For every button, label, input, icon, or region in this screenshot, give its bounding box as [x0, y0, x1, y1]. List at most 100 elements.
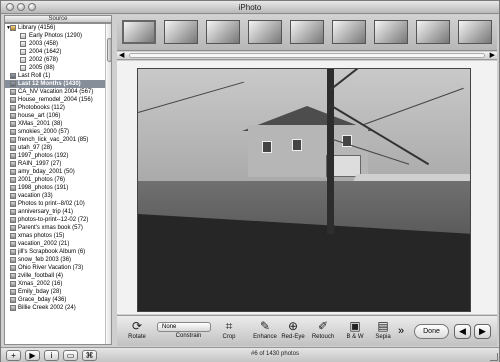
sidebar-item[interactable]: Photos to print--8/02 (10): [5, 200, 111, 208]
thumbnail-strip[interactable]: [117, 15, 497, 51]
info-button[interactable]: i: [44, 350, 59, 361]
sidebar-item[interactable]: vacation_2002 (21): [5, 240, 111, 248]
album-icon: [10, 273, 16, 279]
thumbnail-photo-6[interactable]: [332, 20, 366, 44]
thumbnail-photo-5[interactable]: [290, 20, 324, 44]
sidebar-item[interactable]: RAIN_1997 (27): [5, 160, 111, 168]
sidebar-item[interactable]: 1997_photos (192): [5, 152, 111, 160]
album-icon: [10, 297, 16, 303]
album-icon: [10, 201, 16, 207]
keywords-button[interactable]: ⌘: [82, 350, 97, 361]
folder-icon: [20, 65, 26, 71]
thumbnail-scroll-track[interactable]: [129, 53, 485, 58]
album-icon: [10, 137, 16, 143]
thumbnail-photo-7[interactable]: [374, 20, 408, 44]
next-photo-button[interactable]: ▶: [474, 324, 491, 339]
sidebar-item[interactable]: Last 12 Months (1430): [5, 80, 111, 88]
sidebar-item[interactable]: snow_feb 2003 (36): [5, 256, 111, 264]
sidebar-item-label: Last 12 Months (1430): [18, 81, 81, 87]
sidebar-item[interactable]: XMas_2001 (38): [5, 120, 111, 128]
more-tools-button[interactable]: »: [398, 325, 404, 337]
sidebar-item[interactable]: Xmas_2002 (16): [5, 280, 111, 288]
sidebar-item-label: Last Roll (1): [18, 73, 51, 79]
sidebar-item[interactable]: anniversary_trip (41): [5, 208, 111, 216]
previous-photo-button[interactable]: ◀: [454, 324, 471, 339]
sidebar-item[interactable]: Last Roll (1): [5, 72, 111, 80]
album-icon: [10, 105, 16, 111]
photo-window: [262, 141, 272, 153]
rotate-button[interactable]: ⟳ Rotate: [121, 319, 153, 346]
sidebar-item-label: RAIN_1997 (27): [18, 161, 62, 167]
sidebar-item[interactable]: 2002 (678): [5, 56, 111, 64]
thumbnail-scrollbar[interactable]: ◀ ▶: [117, 52, 497, 60]
photo-viewer[interactable]: [117, 61, 497, 314]
thumbnail-photo-8[interactable]: [416, 20, 450, 44]
sidebar-item[interactable]: CA_NV Vacation 2004 (567): [5, 88, 111, 96]
sidebar-item[interactable]: Grace_bday (436): [5, 296, 111, 304]
sidebar-item[interactable]: Early Photos (1290): [5, 32, 111, 40]
thumbnail-photo-2[interactable]: [164, 20, 198, 44]
sidebar-item[interactable]: zville_football (4): [5, 272, 111, 280]
sidebar-item[interactable]: Emily_bday (28): [5, 288, 111, 296]
album-icon: [10, 177, 16, 183]
thumbnail-photo-1[interactable]: [122, 20, 156, 44]
sidebar-item[interactable]: Billie Creek 2002 (24): [5, 304, 111, 312]
sidebar-item-label: 2003 (458): [29, 41, 59, 47]
photo-tree: [327, 69, 334, 234]
sidebar-item-label: House_remodel_2004 (156): [18, 97, 93, 103]
sidebar-item[interactable]: french_lick_vac_2001 (85): [5, 136, 111, 144]
sidebar-item-label: utah_97 (28): [18, 145, 53, 151]
sidebar-item-label: Grace_bday (436): [18, 297, 67, 303]
sidebar-item-label: snow_feb 2003 (36): [18, 257, 72, 263]
sepia-button[interactable]: ▤ Sepia: [367, 319, 399, 346]
sidebar-item[interactable]: utah_97 (28): [5, 144, 111, 152]
sidebar-item[interactable]: Parent's xmas book (57): [5, 224, 111, 232]
sidebar-item[interactable]: smokies_2000 (57): [5, 128, 111, 136]
selected-photo[interactable]: [137, 68, 471, 312]
slideshow-button[interactable]: ▶: [25, 350, 40, 361]
sidebar-item[interactable]: jill's Scrapbook Album (6): [5, 248, 111, 256]
roll-icon: [10, 73, 16, 79]
sidebar-item[interactable]: amy_bday_2001 (50): [5, 168, 111, 176]
sidebar-item[interactable]: Ohio River Vacation (73): [5, 264, 111, 272]
red-eye-button[interactable]: ⊕ Red-Eye: [277, 319, 309, 346]
sidebar-item[interactable]: 1998_photos (191): [5, 184, 111, 192]
retouch-button[interactable]: ✐ Retouch: [307, 319, 339, 346]
sidebar-item[interactable]: 2003 (458): [5, 40, 111, 48]
sidebar-item[interactable]: 2005 (88): [5, 64, 111, 72]
sidebar-item-label: CA_NV Vacation 2004 (567): [18, 89, 94, 95]
sidebar-item-label: zville_football (4): [18, 273, 64, 279]
add-album-button[interactable]: +: [6, 350, 21, 361]
done-button[interactable]: Done: [414, 324, 449, 339]
crop-button[interactable]: ⌗ Crop: [213, 319, 245, 346]
sidebar-item-label: xmas photos (15): [18, 233, 65, 239]
sidebar-item[interactable]: Photobooks (112): [5, 104, 111, 112]
sidebar-item[interactable]: photos-to-print--12-02 (72): [5, 216, 111, 224]
iphoto-window: iPhoto Source ▼ Library (4156) Early Photo…: [0, 0, 500, 362]
thumbnail-photo-9[interactable]: [458, 20, 492, 44]
resize-handle[interactable]: [490, 353, 498, 361]
sidebar-item[interactable]: house_art (106): [5, 112, 111, 120]
sidebar-item[interactable]: House_remodel_2004 (156): [5, 96, 111, 104]
view-button[interactable]: ▭: [63, 350, 78, 361]
source-list[interactable]: ▼ Library (4156) Early Photos (1290) 2003 (…: [4, 23, 112, 345]
thumbnail-photo-3[interactable]: [206, 20, 240, 44]
sidebar-item[interactable]: vacation (33): [5, 192, 111, 200]
sidebar-item[interactable]: 2004 (1642): [5, 48, 111, 56]
sidebar-item[interactable]: 2001_photos (76): [5, 176, 111, 184]
thumbnail-photo-4[interactable]: [248, 20, 282, 44]
album-icon: [10, 153, 16, 159]
folder-icon: [20, 57, 26, 63]
sidebar-item-label: vacation_2002 (21): [18, 241, 70, 247]
source-scrollbar[interactable]: [105, 24, 111, 344]
sidebar-item[interactable]: ▼ Library (4156): [5, 24, 111, 32]
sidebar-item[interactable]: xmas photos (15): [5, 232, 111, 240]
album-icon: [10, 289, 16, 295]
scroll-right-icon[interactable]: ▶: [490, 51, 495, 59]
constrain-select[interactable]: None: [157, 322, 211, 332]
album-icon: [10, 193, 16, 199]
crop-icon: ⌗: [225, 319, 233, 333]
scroll-left-icon[interactable]: ◀: [119, 51, 124, 59]
source-scroll-thumb[interactable]: [107, 38, 111, 62]
sidebar-item-label: XMas_2001 (38): [18, 121, 63, 127]
